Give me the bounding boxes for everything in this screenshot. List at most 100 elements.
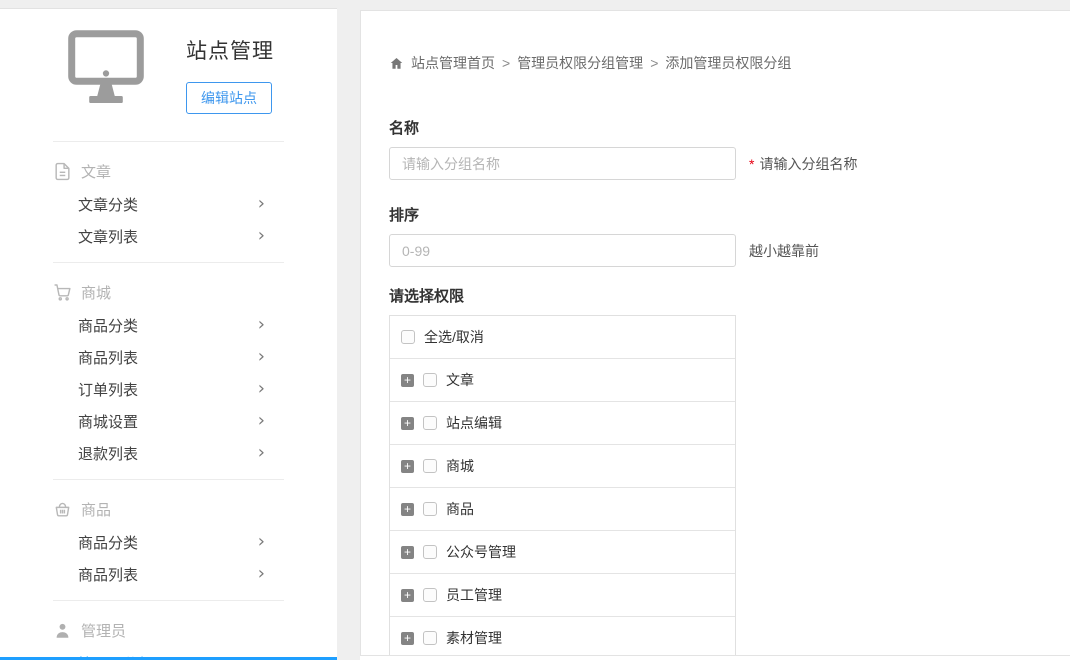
section-divider: [53, 262, 284, 263]
sidebar-item[interactable]: 文章分类 ›: [0, 188, 337, 220]
permission-row: + 文章: [390, 359, 735, 402]
sidebar-item[interactable]: 商城设置 ›: [0, 405, 337, 437]
chevron-right-icon: ›: [258, 565, 265, 583]
home-icon[interactable]: [389, 56, 404, 71]
chevron-right-icon: ›: [258, 195, 265, 213]
nav-section-label: 管理员: [81, 620, 126, 641]
cart-icon: [53, 283, 72, 302]
permission-checkbox[interactable]: [423, 631, 437, 645]
permission-label: 文章: [446, 370, 474, 390]
sidebar-item-label: 文章列表: [78, 226, 138, 247]
permission-checkbox[interactable]: [423, 373, 437, 387]
sidebar-item-label: 退款列表: [78, 443, 138, 464]
sidebar-item[interactable]: 商品分类 ›: [0, 526, 337, 558]
permission-label: 素材管理: [446, 628, 502, 648]
nav-section-header: 商品: [0, 492, 337, 526]
nav-section-header: 文章: [0, 154, 337, 188]
expand-plus-icon[interactable]: +: [401, 589, 414, 602]
permission-checkbox[interactable]: [423, 588, 437, 602]
chevron-right-icon: ›: [258, 348, 265, 366]
permission-checkbox[interactable]: [423, 502, 437, 516]
permission-label: 站点编辑: [446, 413, 502, 433]
permission-row: + 商品: [390, 488, 735, 531]
chevron-right-icon: ›: [258, 533, 265, 551]
nav-section-label: 文章: [81, 161, 111, 182]
permission-label: 员工管理: [446, 585, 502, 605]
name-hint: * 请输入分组名称: [749, 154, 857, 174]
expand-plus-icon[interactable]: +: [401, 417, 414, 430]
sidebar-item-label: 商品分类: [78, 532, 138, 553]
nav-section-label: 商品: [81, 499, 111, 520]
chevron-right-icon: ›: [258, 227, 265, 245]
main-panel: 站点管理首页 > 管理员权限分组管理 > 添加管理员权限分组 名称 * 请输入分组名称 排…: [360, 10, 1070, 656]
permission-checkbox[interactable]: [423, 416, 437, 430]
permission-label: 商城: [446, 456, 474, 476]
expand-plus-icon[interactable]: +: [401, 460, 414, 473]
required-asterisk: *: [749, 156, 754, 172]
nav-section-label: 商城: [81, 282, 111, 303]
chevron-right-icon: ›: [258, 380, 265, 398]
breadcrumb-separator: >: [650, 55, 658, 71]
permission-label: 商品: [446, 499, 474, 519]
name-input[interactable]: [389, 147, 736, 180]
sidebar-item-label: 商品列表: [78, 347, 138, 368]
edit-site-button[interactable]: 编辑站点: [186, 82, 272, 114]
site-head-divider: [53, 141, 284, 142]
permissions-table: 全选/取消+文章+站点编辑+商城+商品+公众号管理+员工管理+素材管理+小程序管…: [389, 315, 736, 656]
sort-hint: 越小越靠前: [749, 241, 819, 261]
site-meta: 站点管理 编辑站点: [186, 29, 274, 114]
sidebar-item-label: 文章分类: [78, 194, 138, 215]
sort-label: 排序: [389, 204, 1070, 225]
expand-plus-icon[interactable]: +: [401, 632, 414, 645]
permission-row: + 站点编辑: [390, 402, 735, 445]
page: { "colors": { "accent": "#1e9fff", "butt…: [0, 0, 1070, 660]
sidebar: 站点管理 编辑站点 文章文章分类›文章列表›商城商品分类›商品列表›订单列表›商…: [0, 8, 337, 657]
expand-plus-icon[interactable]: +: [401, 503, 414, 516]
name-label: 名称: [389, 117, 1070, 138]
monitor-icon: [64, 29, 148, 107]
section-divider: [53, 479, 284, 480]
user-icon: [53, 621, 72, 640]
name-hint-text: 请输入分组名称: [759, 156, 857, 172]
permission-row: + 素材管理: [390, 617, 735, 656]
sidebar-item[interactable]: 管理员分组›: [0, 647, 337, 657]
sidebar-item[interactable]: 商品列表›: [0, 558, 337, 590]
breadcrumb: 站点管理首页 > 管理员权限分组管理 > 添加管理员权限分组: [389, 53, 1070, 73]
expand-plus-icon[interactable]: +: [401, 374, 414, 387]
permission-label: 全选/取消: [424, 327, 484, 347]
chevron-right-icon: ›: [258, 412, 265, 430]
permission-label: 公众号管理: [446, 542, 516, 562]
sort-hint-text: 越小越靠前: [749, 243, 819, 259]
permission-row: + 公众号管理: [390, 531, 735, 574]
chevron-right-icon: ›: [258, 444, 265, 462]
basket-icon: [53, 500, 72, 519]
breadcrumb-separator: >: [502, 55, 510, 71]
name-field-row: * 请输入分组名称: [389, 147, 1070, 180]
below-main-strip: [360, 656, 1070, 660]
site-header: 站点管理 编辑站点: [0, 9, 337, 114]
sidebar-item[interactable]: 商品分类›: [0, 309, 337, 341]
breadcrumb-part[interactable]: 添加管理员权限分组: [665, 55, 791, 71]
sort-field-row: 越小越靠前: [389, 234, 1070, 267]
sidebar-item-label: 商城设置: [78, 411, 138, 432]
sort-input[interactable]: [389, 234, 736, 267]
permissions-label: 请选择权限: [389, 285, 1070, 306]
sidebar-item[interactable]: 订单列表 ›: [0, 373, 337, 405]
permission-checkbox[interactable]: [401, 330, 415, 344]
nav-section-header: 管理员: [0, 613, 337, 647]
permission-row: 全选/取消: [390, 316, 735, 359]
breadcrumb-part[interactable]: 站点管理首页: [411, 55, 495, 71]
chevron-right-icon: ›: [258, 316, 265, 334]
sidebar-item[interactable]: 文章列表 ›: [0, 220, 337, 252]
sidebar-item[interactable]: 商品列表 ›: [0, 341, 337, 373]
breadcrumb-part[interactable]: 管理员权限分组管理: [517, 55, 643, 71]
expand-plus-icon[interactable]: +: [401, 546, 414, 559]
permission-checkbox[interactable]: [423, 459, 437, 473]
sidebar-item-label: 订单列表: [78, 379, 138, 400]
breadcrumb-parts: 站点管理首页 > 管理员权限分组管理 > 添加管理员权限分组: [411, 53, 791, 73]
article-icon: [53, 162, 72, 181]
sidebar-item[interactable]: 退款列表 ›: [0, 437, 337, 469]
section-divider: [53, 600, 284, 601]
permission-checkbox[interactable]: [423, 545, 437, 559]
permission-row: + 商城: [390, 445, 735, 488]
